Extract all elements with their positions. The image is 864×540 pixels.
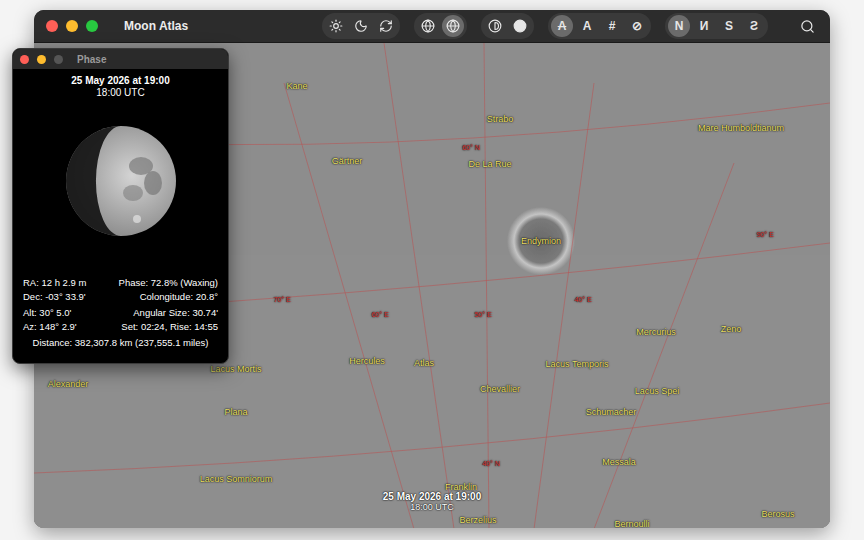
info-value: Az: 148° 2.9'	[23, 320, 86, 333]
map-timestamp: 25 May 2026 at 19:0018:00 UTC	[383, 491, 481, 512]
toolbar-group	[481, 13, 534, 39]
toolbar-button[interactable]	[417, 15, 439, 37]
phase-title: Phase	[77, 54, 106, 65]
toolbar-button[interactable]: Ƨ	[743, 15, 765, 37]
feature-label[interactable]: Zeno	[721, 324, 742, 334]
distance: Distance: 382,307.8 km (237,555.1 miles)	[33, 337, 209, 348]
toolbar-button[interactable]: #	[601, 15, 623, 37]
feature-label[interactable]: Schumacher	[586, 407, 637, 417]
info-value: Angular Size: 30.74'	[119, 306, 218, 319]
info-value: Dec: -03° 33.9'	[23, 290, 86, 303]
zoom-button[interactable]	[54, 55, 63, 64]
toolbar-group	[322, 13, 400, 39]
close-button[interactable]	[46, 20, 58, 32]
toolbar-button[interactable]: S	[718, 15, 740, 37]
minimize-button[interactable]	[66, 20, 78, 32]
grid-label[interactable]: 50° E	[474, 311, 491, 318]
feature-label[interactable]: Chevallier	[480, 384, 520, 394]
feature-label[interactable]: Alexander	[48, 379, 89, 389]
feature-label[interactable]: Bernoulli	[614, 519, 649, 528]
toolbar-button[interactable]: A	[551, 15, 573, 37]
feature-label[interactable]: Gärtner	[332, 156, 363, 166]
info-value: RA: 12 h 2.9 m	[23, 276, 86, 289]
feature-label[interactable]: Mercurius	[636, 327, 676, 337]
feature-label[interactable]: Kane	[286, 81, 307, 91]
toolbar-button[interactable]: A	[576, 15, 598, 37]
toolbar-button[interactable]: ⊘	[626, 15, 648, 37]
grid-label[interactable]: 60° E	[371, 311, 388, 318]
grid-label[interactable]: 60° N	[462, 144, 480, 151]
feature-label[interactable]: Plana	[224, 407, 247, 417]
feature-label[interactable]: Lacus Mortis	[210, 364, 261, 374]
toolbar-groups: AA#⊘NИSƧ	[322, 13, 768, 39]
feature-label[interactable]: Lacus Temporis	[546, 359, 609, 369]
grid-label[interactable]: 40° N	[482, 460, 500, 467]
toolbar-button[interactable]	[375, 15, 397, 37]
feature-label[interactable]: Franklin	[445, 482, 477, 492]
phase-titlebar: Phase	[13, 49, 228, 69]
toolbar-button[interactable]	[484, 15, 506, 37]
feature-label[interactable]: Lacus Somniorum	[200, 474, 273, 484]
phase-utc: 18:00 UTC	[96, 87, 144, 99]
grid-label[interactable]: 70° E	[273, 296, 290, 303]
toolbar-group	[414, 13, 467, 39]
info-value: Colongitude: 20.8°	[119, 290, 218, 303]
info-value: Phase: 72.8% (Waxing)	[119, 276, 218, 289]
feature-label[interactable]: Messala	[602, 457, 636, 467]
moon-phase-icon	[61, 121, 181, 241]
grid-label[interactable]: 40° E	[574, 296, 591, 303]
zoom-button[interactable]	[86, 20, 98, 32]
feature-label[interactable]: Endymion	[521, 236, 561, 246]
feature-label[interactable]: Berzelius	[459, 515, 496, 525]
feature-label[interactable]: Strabo	[487, 114, 514, 124]
toolbar-icon	[354, 19, 368, 33]
toolbar-button[interactable]: N	[668, 15, 690, 37]
toolbar-icon	[421, 19, 435, 33]
toolbar-button[interactable]	[325, 15, 347, 37]
toolbar-button[interactable]: И	[693, 15, 715, 37]
toolbar-button[interactable]	[442, 15, 464, 37]
phase-date: 25 May 2026 at 19:00	[71, 75, 169, 87]
info-value: Set: 02:24, Rise: 14:55	[119, 320, 218, 333]
search-button[interactable]	[796, 15, 818, 37]
minimize-button[interactable]	[37, 55, 46, 64]
window-controls	[20, 55, 63, 64]
toolbar-icon	[379, 19, 393, 33]
feature-label[interactable]: Berosus	[761, 509, 794, 519]
toolbar-button[interactable]	[350, 15, 372, 37]
feature-label[interactable]: Hercules	[349, 356, 385, 366]
feature-label[interactable]: De La Rue	[468, 159, 511, 169]
desktop: Moon AtlasAA#⊘NИSƧKaneStraboMare Humbold…	[0, 0, 864, 540]
window-title: Moon Atlas	[124, 19, 188, 33]
toolbar: Moon AtlasAA#⊘NИSƧ	[34, 10, 830, 43]
toolbar-icon	[329, 19, 343, 33]
close-button[interactable]	[20, 55, 29, 64]
feature-label[interactable]: Mare Humboldtianum	[698, 123, 784, 133]
grid-label[interactable]: 90° E	[756, 231, 773, 238]
phase-window: Phase 25 May 2026 at 19:0018:00 UTC RA: 12…	[12, 48, 229, 364]
toolbar-button[interactable]	[509, 15, 531, 37]
phase-body: 25 May 2026 at 19:0018:00 UTC RA: 12 h 2.…	[13, 69, 228, 363]
toolbar-icon	[446, 19, 460, 33]
toolbar-group: AA#⊘	[548, 13, 651, 39]
phase-info: RA: 12 h 2.9 m Phase: 72.8% (Waxing) Dec: …	[23, 276, 218, 333]
feature-label[interactable]: Atlas	[414, 358, 434, 368]
toolbar-group: NИSƧ	[665, 13, 768, 39]
window-controls	[46, 20, 98, 32]
feature-label[interactable]: Lacus Spei	[635, 386, 680, 396]
info-value: Alt: 30° 5.0'	[23, 306, 86, 319]
toolbar-icon	[513, 19, 527, 33]
search-icon	[800, 19, 815, 34]
toolbar-icon	[488, 19, 502, 33]
